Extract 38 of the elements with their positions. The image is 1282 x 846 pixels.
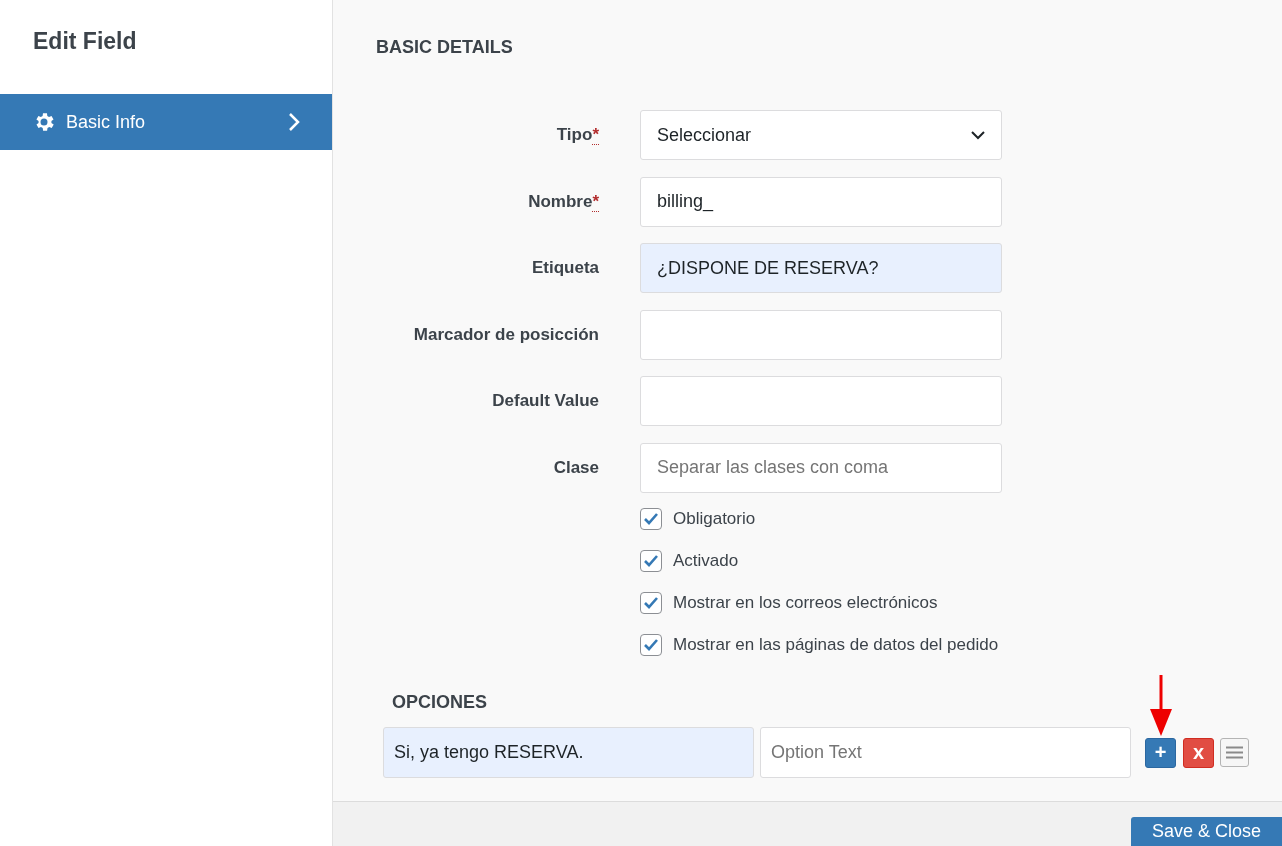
sidebar-title: Edit Field xyxy=(32,27,138,56)
sidebar-item[interactable]: Basic Info xyxy=(0,94,332,150)
checkbox[interactable] xyxy=(640,550,662,572)
checkbox-label: Obligatorio xyxy=(673,509,756,529)
field-label: Nombre* xyxy=(527,191,599,212)
drag-handle[interactable] xyxy=(1220,738,1249,767)
input-field[interactable]: Option Text xyxy=(760,727,1131,778)
field-label: Clase xyxy=(552,457,599,478)
input-field[interactable]: ¿DISPONE DE RESERVA? xyxy=(640,243,1002,293)
checkbox[interactable] xyxy=(640,592,662,614)
check-icon xyxy=(643,554,659,568)
check-icon xyxy=(643,512,659,526)
add-button[interactable]: + xyxy=(1145,737,1176,768)
input-field[interactable]: Separar las clases con coma xyxy=(640,442,1002,493)
menu-icon xyxy=(1226,746,1243,759)
section-title: OPCIONES xyxy=(392,692,489,713)
input-field[interactable] xyxy=(640,309,1002,360)
field-label: Tipo* xyxy=(555,125,599,145)
field-label: Default Value xyxy=(491,391,599,411)
select-field[interactable]: Seleccionar xyxy=(640,110,1002,160)
input-field[interactable]: billing_ xyxy=(640,176,1002,227)
section-title: BASIC DETAILS xyxy=(376,37,514,58)
save-button[interactable]: Save & Close xyxy=(1131,817,1282,846)
input-field[interactable]: Si, ya tengo RESERVA. xyxy=(383,727,754,778)
check-icon xyxy=(643,596,659,610)
checkbox-label: Mostrar en los correos electrónicos xyxy=(673,593,938,613)
field-label: Marcador de posicción xyxy=(412,324,599,345)
check-icon xyxy=(643,638,659,652)
remove-button[interactable]: x xyxy=(1183,737,1214,768)
checkbox-label: Activado xyxy=(673,551,739,571)
input-field[interactable] xyxy=(640,376,1002,426)
chevron-right-icon xyxy=(288,112,300,132)
field-label: Etiqueta xyxy=(530,258,599,278)
chevron-down-icon xyxy=(971,130,985,140)
annotation-arrow xyxy=(1149,674,1173,737)
checkbox-label: Mostrar en las páginas de datos del pedido xyxy=(673,635,999,655)
checkbox[interactable] xyxy=(640,634,662,656)
checkbox[interactable] xyxy=(640,508,662,530)
